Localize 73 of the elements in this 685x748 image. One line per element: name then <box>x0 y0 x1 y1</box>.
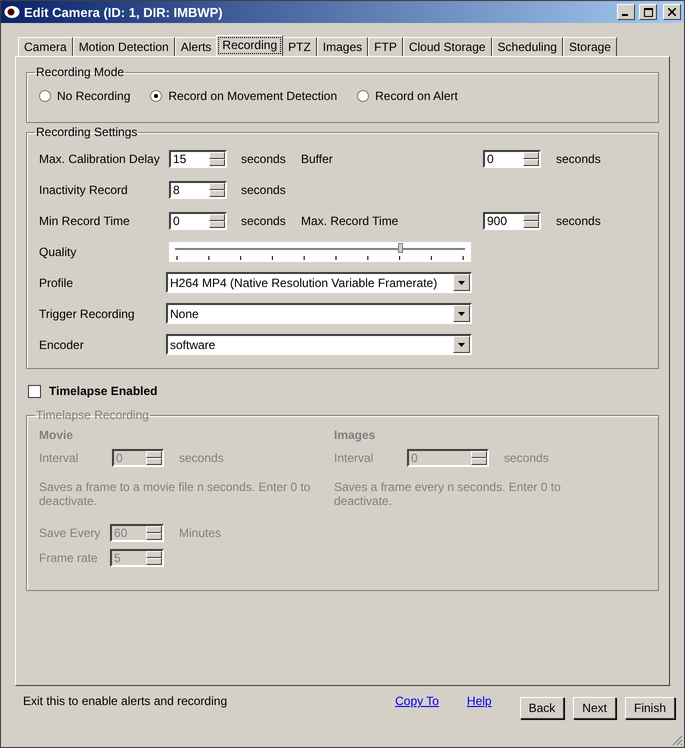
group-title: Recording Settings <box>35 125 138 139</box>
field-label: Interval <box>334 450 374 464</box>
field-label: Trigger Recording <box>39 306 136 320</box>
maximize-button[interactable] <box>639 4 657 20</box>
field-label: Min Record Time <box>39 214 131 228</box>
field-label: Frame rate <box>39 550 99 564</box>
caret-icon <box>458 312 465 316</box>
tab[interactable]: Images <box>316 37 368 56</box>
spin-field[interactable]: 0 <box>169 212 227 230</box>
quality-slider[interactable] <box>169 242 471 262</box>
minimize-button[interactable] <box>617 4 635 20</box>
column-heading: Images <box>334 428 376 442</box>
spin-field[interactable]: 8 <box>169 180 227 198</box>
tab[interactable]: Cloud Storage <box>402 37 492 56</box>
tab[interactable]: Motion Detection <box>72 37 175 56</box>
unit-label: seconds <box>241 152 287 166</box>
field-label: Save Every <box>39 526 102 540</box>
dropdown[interactable]: software <box>166 334 472 355</box>
tab[interactable]: Scheduling <box>492 37 563 56</box>
radio-button[interactable] <box>357 90 370 102</box>
link[interactable]: Copy To <box>395 694 439 708</box>
tab[interactable]: Camera <box>18 37 73 56</box>
spin-field[interactable]: 900 <box>483 212 541 230</box>
tab[interactable]: Storage <box>562 37 617 56</box>
field-label: Max. Calibration Delay <box>39 152 161 166</box>
column-heading: Movie <box>39 428 74 442</box>
group-title: Recording Mode <box>35 65 126 79</box>
help-text: Saves a frame to a movie file n seconds. Enter 0 to deactivate. <box>39 480 312 508</box>
link[interactable]: Help <box>466 694 492 708</box>
field-label: Inactivity Record <box>39 182 129 196</box>
status-message: Exit this to enable alerts and recording <box>23 694 228 708</box>
unit-label: seconds <box>179 450 224 464</box>
unit-label: Minutes <box>179 526 222 540</box>
wizard-button[interactable]: Next <box>573 697 616 719</box>
eye-icon <box>4 5 20 19</box>
checkbox-label: Timelapse Enabled <box>49 384 158 398</box>
tab[interactable]: FTP <box>368 37 403 56</box>
field-label: Encoder <box>39 338 85 352</box>
caret-icon <box>458 342 465 346</box>
unit-label: seconds <box>504 450 549 464</box>
unit-label: seconds <box>241 214 287 228</box>
caret-icon <box>458 280 465 284</box>
close-icon <box>668 8 676 16</box>
dropdown[interactable]: H264 MP4 (Native Resolution Variable Framerate) <box>166 272 472 293</box>
radio-button[interactable] <box>150 90 162 102</box>
help-text: Saves a frame every n seconds. Enter 0 to deactivate. <box>334 480 562 508</box>
radio-button[interactable] <box>39 90 51 102</box>
close-button[interactable] <box>663 4 681 20</box>
window-title: Edit Camera (ID: 1, DIR: IMBWP) <box>24 4 224 20</box>
radio-label: No Recording <box>57 89 130 103</box>
spin-field[interactable]: 0 <box>483 150 541 168</box>
dropdown[interactable]: None <box>166 303 472 324</box>
field-label: Buffer <box>301 152 334 166</box>
wizard-button[interactable]: Finish <box>624 697 675 719</box>
group-title: Timelapse Recording <box>35 408 150 422</box>
checkbox[interactable] <box>28 384 41 398</box>
field-label: Profile <box>39 276 74 290</box>
tab[interactable]: PTZ <box>282 37 317 56</box>
tab[interactable]: Alerts <box>174 37 218 56</box>
maximize-icon <box>644 8 652 16</box>
spin-field[interactable]: 15 <box>169 150 227 168</box>
unit-label: seconds <box>556 152 602 166</box>
unit-label: seconds <box>556 214 602 228</box>
field-label: Max. Record Time <box>301 214 400 228</box>
resize-grip-icon[interactable] <box>671 734 683 746</box>
field-label: Quality <box>39 244 78 258</box>
field-label: Interval <box>39 450 80 464</box>
slider-thumb[interactable] <box>398 242 404 252</box>
radio-label: Record on Alert <box>375 89 458 103</box>
unit-label: seconds <box>241 182 287 196</box>
wizard-button[interactable]: Back <box>520 697 564 719</box>
tab[interactable]: Recording <box>216 35 284 56</box>
radio-label: Record on Movement Detection <box>168 89 338 103</box>
